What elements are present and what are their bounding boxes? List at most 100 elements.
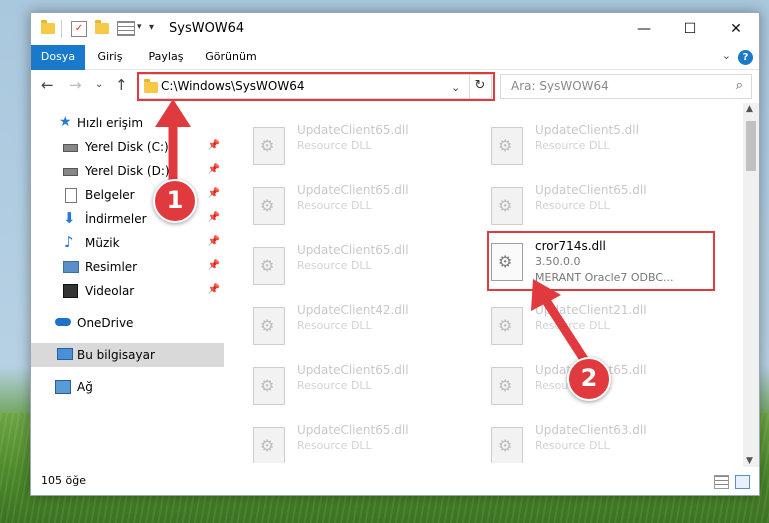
address-highlight-box bbox=[137, 72, 495, 101]
sidebar-item-music[interactable]: ♪ Müzik 📌 bbox=[31, 231, 224, 255]
drive-icon bbox=[63, 168, 78, 176]
file-name: UpdateClient65.dll bbox=[297, 243, 409, 257]
quick-access-customize-icon[interactable] bbox=[117, 21, 135, 36]
sidebar-item-label: Müzik bbox=[85, 236, 120, 250]
ribbon: Dosya Giriş Paylaş Görünüm ⌄ ? bbox=[31, 45, 759, 95]
scroll-down-icon[interactable]: ▼ bbox=[746, 456, 753, 466]
file-type: Resource DLL bbox=[297, 319, 372, 332]
sidebar-item-network[interactable]: Ağ bbox=[31, 375, 224, 399]
forward-button[interactable]: → bbox=[69, 76, 82, 94]
file-type: Resource DLL bbox=[535, 319, 610, 332]
file-item[interactable]: UpdateClient65.dll Resource DLL bbox=[229, 119, 429, 169]
back-button[interactable]: ← bbox=[41, 76, 54, 94]
tab-home[interactable]: Giriş bbox=[89, 45, 131, 69]
file-name: UpdateClient63.dll bbox=[535, 423, 647, 437]
file-item[interactable]: UpdateClient65.dll Resource DLL bbox=[467, 179, 667, 229]
video-icon bbox=[63, 284, 78, 298]
sidebar-item-label: Hızlı erişim bbox=[77, 116, 144, 130]
computer-icon bbox=[57, 348, 73, 360]
pin-icon[interactable]: 📌 bbox=[208, 188, 220, 199]
sidebar-item-quick-access[interactable]: ★ Hızlı erişim bbox=[31, 111, 224, 135]
documents-icon bbox=[65, 188, 77, 203]
recent-locations-button[interactable]: ⌄ bbox=[95, 79, 103, 90]
pictures-icon bbox=[63, 261, 79, 273]
pin-icon[interactable]: 📌 bbox=[208, 260, 220, 271]
file-type: Resource DLL bbox=[297, 139, 372, 152]
tab-share[interactable]: Paylaş bbox=[141, 45, 191, 69]
chevron-down-icon[interactable]: ▾ bbox=[137, 22, 142, 40]
pin-icon[interactable]: 📌 bbox=[208, 164, 220, 175]
pin-icon[interactable]: 📌 bbox=[208, 212, 220, 223]
sidebar-item-label: OneDrive bbox=[77, 316, 134, 330]
file-item[interactable]: UpdateClient65.dll Resource DLL bbox=[229, 239, 429, 289]
file-item[interactable]: UpdateClient42.dll Resource DLL bbox=[229, 299, 429, 349]
minimize-button[interactable]: — bbox=[621, 13, 667, 45]
search-input[interactable]: Ara: SysWOW64 ⌕ bbox=[500, 74, 752, 99]
divider bbox=[61, 20, 62, 38]
sidebar-item-label: Videolar bbox=[85, 284, 135, 298]
file-name: UpdateClient21.dll bbox=[535, 303, 647, 317]
dll-file-icon bbox=[253, 307, 285, 345]
file-highlight-box bbox=[487, 231, 715, 291]
pin-icon[interactable]: 📌 bbox=[208, 284, 220, 295]
file-name: UpdateClient65.dll bbox=[297, 363, 409, 377]
sidebar-item-label: Ağ bbox=[77, 380, 93, 394]
file-name: UpdateClient65.dll bbox=[297, 123, 409, 137]
navigation-pane: ★ Hızlı erişim Yerel Disk (C:) 📌 Yerel D… bbox=[31, 103, 226, 463]
cloud-icon bbox=[55, 318, 71, 326]
scrollbar-thumb[interactable] bbox=[746, 121, 756, 171]
explorer-window: ✓ ▾ ▾ SysWOW64 — ☐ ✕ Dosya Giriş Paylaş … bbox=[30, 12, 760, 496]
window-title: SysWOW64 bbox=[169, 21, 245, 36]
file-name: UpdateClient65.dll bbox=[297, 423, 409, 437]
dll-file-icon bbox=[253, 247, 285, 285]
sidebar-item-label: Bu bilgisayar bbox=[77, 348, 155, 362]
item-count: 105 öğe bbox=[41, 474, 86, 487]
maximize-button[interactable]: ☐ bbox=[667, 13, 713, 45]
help-icon[interactable]: ? bbox=[738, 50, 753, 65]
file-type: Resource DLL bbox=[297, 439, 372, 452]
sidebar-item-this-pc[interactable]: Bu bilgisayar bbox=[31, 343, 224, 367]
music-icon: ♪ bbox=[64, 233, 74, 251]
sidebar-item-videos[interactable]: Videolar 📌 bbox=[31, 279, 224, 303]
sidebar-item-label: Yerel Disk (D:) bbox=[85, 164, 170, 178]
file-item[interactable]: UpdateClient21.dll Resource DLL bbox=[467, 299, 667, 349]
file-item[interactable]: UpdateClient63.dll Resource DLL bbox=[467, 419, 667, 463]
sidebar-item-label: İndirmeler bbox=[85, 212, 147, 226]
file-item[interactable]: UpdateClient65.dll Resource DLL bbox=[229, 179, 429, 229]
tab-view[interactable]: Görünüm bbox=[199, 45, 263, 69]
dll-file-icon bbox=[491, 367, 523, 405]
download-icon: ⬇ bbox=[63, 209, 76, 227]
file-item[interactable]: UpdateClient65.dll Resource DLL bbox=[229, 419, 429, 463]
search-icon[interactable]: ⌕ bbox=[736, 78, 743, 93]
details-view-icon[interactable] bbox=[714, 475, 729, 489]
pin-icon[interactable]: 📌 bbox=[208, 140, 220, 151]
sidebar-item-downloads[interactable]: ⬇ İndirmeler 📌 bbox=[31, 207, 224, 231]
file-type: Resource DLL bbox=[535, 439, 610, 452]
toolbar-dropdown-icon[interactable]: ▾ bbox=[149, 22, 154, 40]
dll-file-icon bbox=[253, 427, 285, 463]
large-icons-view-icon[interactable] bbox=[735, 475, 750, 489]
dll-file-icon bbox=[253, 367, 285, 405]
up-button[interactable]: ↑ bbox=[115, 76, 128, 94]
sidebar-item-pictures[interactable]: Resimler 📌 bbox=[31, 255, 224, 279]
sidebar-item-drive-c[interactable]: Yerel Disk (C:) 📌 bbox=[31, 135, 224, 159]
ribbon-collapse-icon[interactable]: ⌄ bbox=[722, 49, 731, 62]
file-name: UpdateClient5.dll bbox=[535, 123, 639, 137]
title-bar: ✓ ▾ ▾ SysWOW64 — ☐ ✕ bbox=[31, 13, 759, 45]
sidebar-item-onedrive[interactable]: OneDrive bbox=[31, 311, 224, 335]
file-item[interactable]: UpdateClient65.dll Resource DLL bbox=[229, 359, 429, 409]
pin-icon[interactable]: 📌 bbox=[208, 236, 220, 247]
file-type: Resource DLL bbox=[535, 199, 610, 212]
star-icon: ★ bbox=[59, 114, 72, 130]
properties-icon[interactable]: ✓ bbox=[71, 21, 87, 37]
folder-icon bbox=[41, 20, 55, 38]
close-button[interactable]: ✕ bbox=[713, 13, 759, 45]
file-name: UpdateClient42.dll bbox=[297, 303, 409, 317]
network-icon bbox=[55, 380, 71, 394]
file-type: Resource DLL bbox=[535, 139, 610, 152]
new-folder-icon[interactable] bbox=[95, 20, 109, 38]
scroll-up-icon[interactable]: ▲ bbox=[746, 104, 753, 114]
file-item[interactable]: UpdateClient5.dll Resource DLL bbox=[467, 119, 667, 169]
sidebar-item-drive-d[interactable]: Yerel Disk (D:) 📌 bbox=[31, 159, 224, 183]
vertical-scrollbar[interactable]: ▲ ▼ bbox=[743, 103, 759, 467]
